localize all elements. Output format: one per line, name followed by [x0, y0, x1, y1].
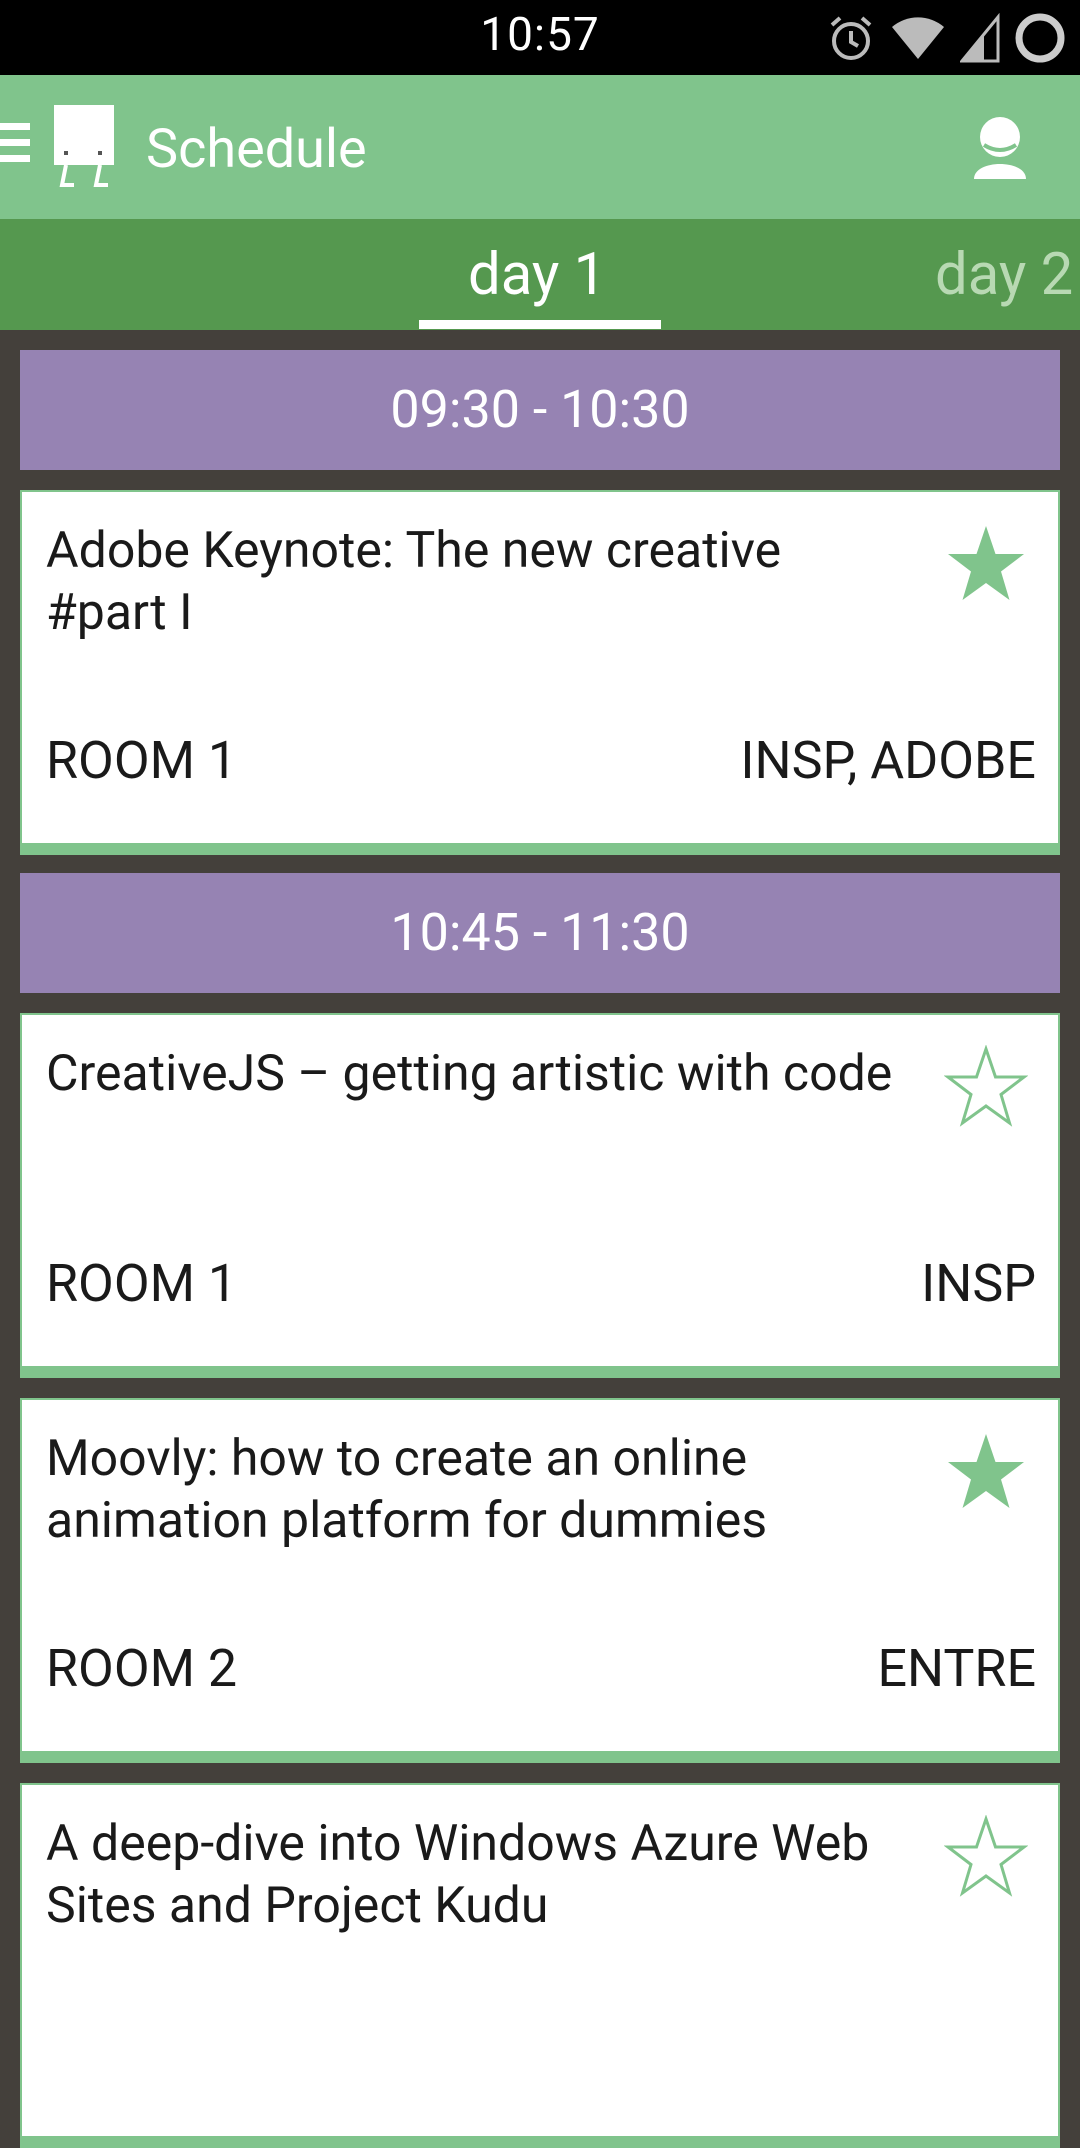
session-title: A deep-dive into Windows Azure Web Sites…: [46, 1815, 870, 1935]
session-room: ROOM 1: [46, 1253, 238, 1314]
session-tracks: INSP: [921, 1253, 1036, 1314]
menu-icon[interactable]: [0, 123, 30, 171]
session-title: Adobe Keynote: The new creative #part I: [46, 522, 782, 642]
time-slot-header: 09:30 - 10:30: [20, 350, 1060, 470]
session-title: CreativeJS – getting artistic with code: [46, 1045, 893, 1103]
star-outline-icon[interactable]: [944, 1045, 1028, 1129]
day-tabs: day 1 day 2: [0, 219, 1080, 330]
status-bar: 10:57: [0, 0, 1080, 75]
status-icons: [826, 12, 1066, 64]
signal-icon: [960, 13, 1000, 63]
session-card[interactable]: Adobe Keynote: The new creative #part I …: [20, 490, 1060, 855]
battery-circle-icon: [1015, 13, 1065, 63]
time-slot-header: 10:45 - 11:30: [20, 873, 1060, 993]
session-card[interactable]: A deep-dive into Windows Azure Web Sites…: [20, 1783, 1060, 2148]
session-room: ROOM 2: [46, 1638, 238, 1699]
app-bar: Schedule: [0, 75, 1080, 219]
tab-indicator: [419, 320, 661, 329]
app-title: Schedule: [146, 118, 367, 181]
wifi-icon: [892, 17, 944, 59]
schedule-list: 09:30 - 10:30 Adobe Keynote: The new cre…: [20, 350, 1060, 2148]
session-card[interactable]: CreativeJS – getting artistic with code …: [20, 1013, 1060, 1378]
session-room: ROOM 1: [46, 730, 238, 791]
app-logo-icon: [54, 105, 114, 187]
star-filled-icon[interactable]: [944, 522, 1028, 606]
tab-day-1[interactable]: day 1: [468, 241, 606, 309]
session-title: Moovly: how to create an online animatio…: [46, 1430, 768, 1550]
session-tracks: ENTRE: [877, 1638, 1036, 1699]
star-filled-icon[interactable]: [944, 1430, 1028, 1514]
star-outline-icon[interactable]: [944, 1815, 1028, 1899]
account-icon[interactable]: [970, 115, 1030, 179]
tab-day-2[interactable]: day 2: [935, 241, 1073, 309]
session-card[interactable]: Moovly: how to create an online animatio…: [20, 1398, 1060, 1763]
session-tracks: INSP, ADOBE: [740, 730, 1036, 791]
alarm-icon: [830, 16, 872, 60]
